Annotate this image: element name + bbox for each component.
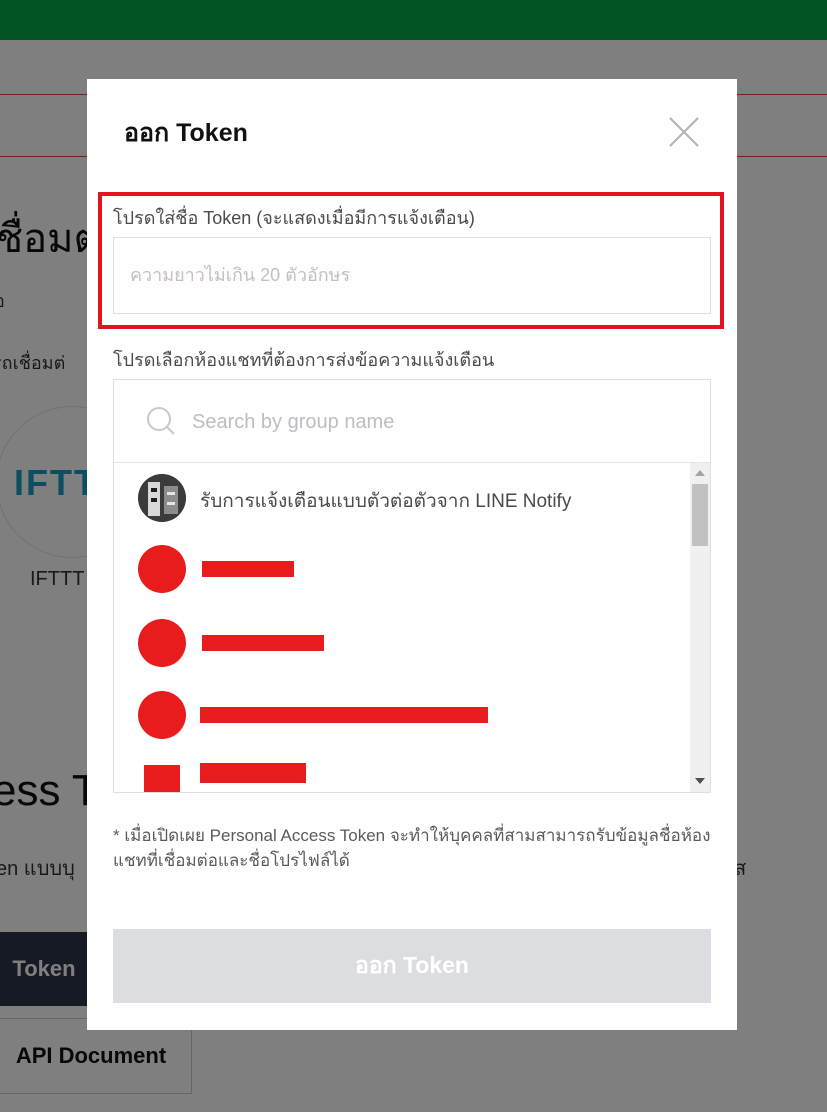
list-item[interactable]	[114, 679, 690, 751]
list-item[interactable]: รับการแจ้งเตือนแบบตัวต่อตัวจาก LINE Noti…	[114, 463, 690, 535]
chat-room-label: โปรดเลือกห้องแชทที่ต้องการส่งข้อความแจ้ง…	[113, 350, 495, 370]
room-name: รับการแจ้งเตือนแบบตัวต่อตัวจาก LINE Noti…	[200, 491, 572, 512]
disclaimer-text: * เมื่อเปิดเผย Personal Access Token จะท…	[113, 826, 711, 870]
list-scrollbar[interactable]	[690, 463, 710, 792]
avatar	[138, 619, 186, 667]
list-item[interactable]	[114, 751, 690, 792]
chat-room-list: รับการแจ้งเตือนแบบตัวต่อตัวจาก LINE Noti…	[114, 463, 690, 792]
token-name-label: โปรดใส่ชื่อ Token (จะแสดงเมื่อมีการแจ้งเ…	[113, 208, 475, 228]
redacted-room-name	[202, 635, 324, 651]
list-item[interactable]	[114, 607, 690, 679]
avatar	[138, 474, 186, 522]
token-name-input[interactable]	[113, 237, 711, 314]
issue-token-button[interactable]: ออก Token	[113, 929, 711, 1003]
avatar	[144, 765, 180, 792]
search-row	[114, 380, 710, 463]
redacted-room-name	[200, 707, 488, 723]
modal-title: ออก Token	[124, 119, 248, 147]
group-search-input[interactable]	[190, 402, 674, 442]
redacted-room-name	[202, 561, 294, 577]
scroll-thumb[interactable]	[692, 484, 708, 546]
search-icon	[146, 406, 176, 436]
issue-token-modal: ออก Token โปรดใส่ชื่อ Token (จะแสดงเมื่อ…	[87, 79, 737, 1030]
chat-room-selector: รับการแจ้งเตือนแบบตัวต่อตัวจาก LINE Noti…	[113, 379, 711, 793]
redacted-room-name	[200, 763, 306, 783]
list-item[interactable]	[114, 535, 690, 607]
avatar	[138, 691, 186, 739]
close-icon[interactable]	[667, 115, 701, 149]
scroll-up-arrow[interactable]	[695, 470, 705, 476]
avatar	[138, 545, 186, 593]
scroll-down-arrow[interactable]	[695, 778, 705, 784]
